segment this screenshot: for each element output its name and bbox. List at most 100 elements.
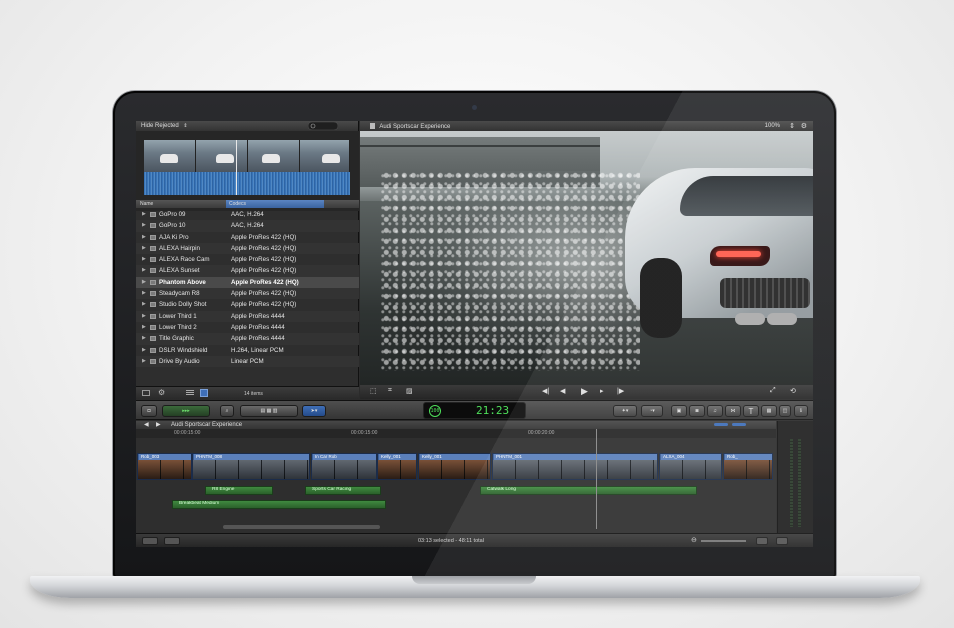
filmstrip-view-icon[interactable]	[200, 389, 208, 397]
video-clip[interactable]: In Car Rob	[311, 453, 377, 480]
edit-buttons-group[interactable]: ▤ ▦ ▥	[240, 405, 298, 417]
dropdown-arrow-icon[interactable]: ⇕	[183, 123, 187, 129]
browser-list-item[interactable]: ▶ GoPro 10 AAC, H.264	[136, 220, 359, 232]
video-clip[interactable]: ALXA_004	[659, 453, 722, 480]
select-tool-button[interactable]: ➤▾	[302, 405, 326, 417]
gear-icon[interactable]: ⚙	[158, 388, 165, 397]
browser-list-item[interactable]: ▶ AJA Ki Pro Apple ProRes 422 (HQ)	[136, 232, 359, 243]
timecode-display[interactable]: 100 21:23	[423, 402, 526, 419]
browser-list-item[interactable]: ▶ ALEXA Race Cam Apple ProRes 422 (HQ)	[136, 254, 359, 265]
audio-track-toggle[interactable]	[732, 423, 746, 426]
disclosure-triangle-icon[interactable]: ▶	[142, 335, 146, 341]
skip-forward-icon[interactable]: |▶︎	[617, 387, 624, 395]
video-clip[interactable]: PHNTM_008	[192, 453, 310, 480]
generators-button[interactable]: ▦	[761, 405, 777, 417]
inspector-button[interactable]: ℹ	[794, 405, 808, 417]
column-name[interactable]: Name	[140, 201, 153, 207]
disclosure-triangle-icon[interactable]: ▶	[142, 313, 146, 319]
enhance-button[interactable]: ✦▾	[613, 405, 637, 417]
filmstrip[interactable]	[144, 140, 350, 195]
video-frame[interactable]	[360, 131, 813, 385]
video-clip[interactable]: Rob_	[723, 453, 773, 480]
step-forward-icon[interactable]: ▸	[600, 387, 604, 395]
audio-clip[interactable]: Catwalk Long	[480, 486, 697, 495]
transform-icon[interactable]: ⬚	[370, 387, 377, 395]
clip-icon	[150, 324, 156, 330]
camera-browser-button[interactable]: ◙	[689, 405, 705, 417]
disclosure-triangle-icon[interactable]: ▶	[142, 290, 146, 296]
distort-icon[interactable]: ▨	[406, 387, 413, 395]
fullscreen-icon[interactable]: ⤢	[770, 387, 776, 395]
browser-list-item[interactable]: ▶ Lower Third 1 Apple ProRes 4444	[136, 310, 359, 322]
disclosure-triangle-icon[interactable]: ▶	[142, 324, 146, 330]
video-clip[interactable]: PHNTM_001	[492, 453, 658, 480]
themes-button[interactable]: ◫	[779, 405, 791, 417]
playhead[interactable]	[596, 429, 597, 529]
titles-button[interactable]: T	[743, 405, 759, 417]
timeline-zoom-slider[interactable]	[701, 540, 746, 542]
disclosure-triangle-icon[interactable]: ▶	[142, 245, 146, 251]
disclosure-triangle-icon[interactable]: ▶	[142, 347, 146, 353]
zoom-level[interactable]: 100%	[765, 123, 780, 129]
settings-icon[interactable]: ⚙	[801, 122, 807, 130]
skimmer[interactable]	[236, 140, 237, 195]
timeline-settings-button[interactable]	[776, 537, 788, 545]
timeline-ruler[interactable]: 00:00:15:00 00:00:15:00 00:00:20:00	[136, 429, 776, 438]
loop-icon[interactable]: ⟲	[790, 387, 796, 395]
view-options-icon[interactable]: ⇕	[789, 122, 795, 130]
photos-button[interactable]: ▣	[671, 405, 687, 417]
column-codecs[interactable]: Codecs	[229, 201, 246, 207]
browser-list-item[interactable]: ▶ GoPro 09 AAC, H.264	[136, 209, 359, 220]
browser-list-item[interactable]: ▶ DSLR Windshield H.264, Linear PCM	[136, 345, 359, 356]
browser-list-item[interactable]: ▶ ALEXA Sunset Apple ProRes 422 (HQ)	[136, 265, 359, 277]
clip-appearance-button[interactable]	[756, 537, 768, 545]
disclosure-triangle-icon[interactable]: ▶	[142, 222, 146, 228]
audio-clip[interactable]: R8 Engine	[205, 486, 273, 495]
audio-skimming-button[interactable]	[164, 537, 180, 545]
filter-dropdown[interactable]: Hide Rejected	[141, 123, 179, 129]
status-bar: 03:13 selected - 48:11 total ⊖	[136, 533, 813, 547]
zoom-out-icon[interactable]: ⊖	[691, 536, 697, 544]
media-import-group[interactable]: ▸▸▸	[162, 405, 210, 417]
browser-list-item[interactable]: ▶ Steadycam R8 Apple ProRes 422 (HQ)	[136, 288, 359, 300]
list-view-icon[interactable]	[186, 390, 194, 396]
camera-import-button[interactable]: ◘	[141, 405, 157, 417]
forward-arrow-icon[interactable]: ▶	[156, 421, 161, 428]
audio-clip[interactable]: Breakbeat Medium	[172, 500, 386, 509]
video-clip[interactable]: Kelly_001	[377, 453, 417, 480]
timecode-mode: 100	[429, 405, 441, 417]
disclosure-triangle-icon[interactable]: ▶	[142, 234, 146, 240]
search-field[interactable]	[308, 122, 338, 130]
video-clip[interactable]: Kelly_001	[418, 453, 491, 480]
browser-list-item[interactable]: ▶ Drive By Audio Linear PCM	[136, 355, 359, 368]
transitions-button[interactable]: ⋈	[725, 405, 741, 417]
timeline-index-button[interactable]	[142, 537, 158, 545]
import-icon[interactable]	[142, 390, 150, 396]
step-back-icon[interactable]: ◀︎	[560, 387, 565, 395]
video-track-toggle[interactable]	[714, 423, 728, 426]
play-icon[interactable]: ▶	[581, 386, 588, 397]
music-browser-button[interactable]: ♫	[707, 405, 723, 417]
browser-list-item[interactable]: ▶ Title Graphic Apple ProRes 4444	[136, 333, 359, 345]
crop-icon[interactable]: ⌗	[388, 387, 392, 395]
browser-list-item[interactable]: ▶ Phantom Above Apple ProRes 422 (HQ)	[136, 276, 359, 289]
video-clip[interactable]: Rob_003	[137, 453, 192, 480]
retime-button[interactable]: ◔▾	[641, 405, 663, 417]
disclosure-triangle-icon[interactable]: ▶	[142, 279, 146, 285]
audio-clip[interactable]: Sports Car Racing	[305, 486, 381, 495]
disclosure-triangle-icon[interactable]: ▶	[142, 267, 146, 273]
browser-list-item[interactable]: ▶ ALEXA Hairpin Apple ProRes 422 (HQ)	[136, 242, 359, 255]
disclosure-triangle-icon[interactable]: ▶	[142, 211, 146, 217]
clip-icon	[150, 313, 156, 319]
timeline-scrollbar[interactable]	[223, 525, 380, 529]
browser-list-item[interactable]: ▶ Studio Dolly Shot Apple ProRes 422 (HQ)	[136, 299, 359, 310]
browser-list-item[interactable]: ▶ Lower Third 2 Apple ProRes 4444	[136, 322, 359, 333]
skip-back-icon[interactable]: ◀︎|	[542, 387, 549, 395]
disclosure-triangle-icon[interactable]: ▶	[142, 301, 146, 307]
clip-name: GoPro 10	[159, 222, 186, 230]
back-arrow-icon[interactable]: ◀	[144, 421, 149, 428]
keyword-button[interactable]: ⌕	[220, 405, 234, 417]
disclosure-triangle-icon[interactable]: ▶	[142, 358, 146, 364]
disclosure-triangle-icon[interactable]: ▶	[142, 256, 146, 262]
clip-icon	[150, 268, 156, 274]
